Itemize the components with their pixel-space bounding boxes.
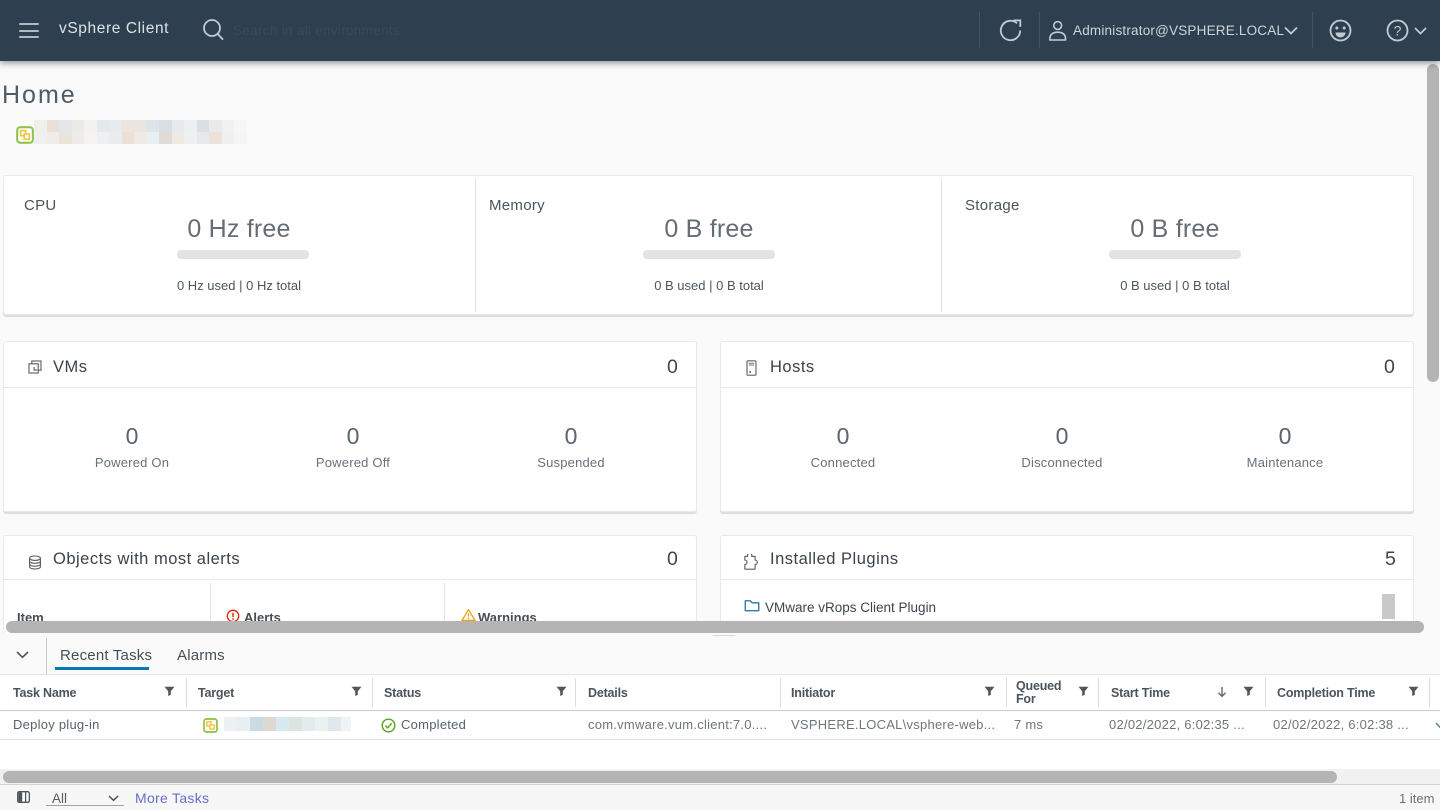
svg-text:?: ? (1394, 23, 1402, 39)
